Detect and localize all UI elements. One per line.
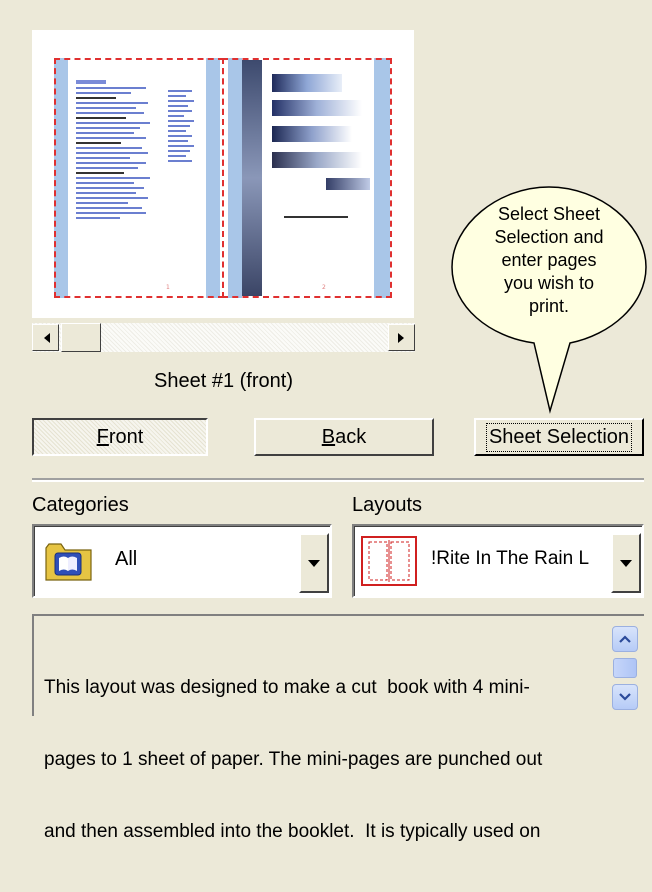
page-number-left: 1 [166,284,170,291]
scroll-down-button[interactable] [612,684,638,710]
scroll-right-button[interactable] [388,324,415,351]
layouts-dropdown-button[interactable] [611,533,641,593]
layout-description: This layout was designed to make a cut b… [32,614,644,842]
scroll-thumb[interactable] [61,323,101,352]
layouts-label: Layouts [352,494,423,516]
back-button[interactable]: Back [254,418,434,456]
page-number-right: 2 [322,284,326,291]
page-thumbnail-banner [272,100,362,116]
page-thumbnail-banner [272,126,352,142]
chevron-down-icon [619,693,631,701]
page-thumbnail-banner [326,178,370,190]
layouts-dropdown[interactable]: !Rite In The Rain L [352,524,644,598]
categories-dropdown[interactable]: All [32,524,332,598]
book-folder-icon [45,543,92,581]
triangle-left-icon [43,332,50,343]
categories-dropdown-button[interactable] [299,533,329,593]
triangle-right-icon [397,332,404,343]
sheet-preview: 1 2 [32,30,414,318]
layouts-selected: !Rite In The Rain L [431,548,590,569]
scroll-thumb[interactable] [613,658,637,678]
preview-horizontal-scrollbar[interactable] [32,323,415,352]
tooltip-balloon: Select Sheet Selection and enter pages y… [450,185,648,415]
page-thumbnail-sidebar [242,60,262,296]
triangle-down-icon [620,559,632,567]
categories-label: Categories [32,494,129,516]
sheet-label: Sheet #1 (front) [154,370,293,392]
separator [32,478,644,482]
categories-selected: All [115,548,138,570]
front-button[interactable]: Front [32,418,208,456]
triangle-down-icon [308,559,320,567]
description-vertical-scrollbar[interactable] [612,626,640,716]
scroll-up-button[interactable] [612,626,638,652]
page-thumbnail-text [284,216,348,218]
page-thumbnail-banner [272,74,342,92]
booklet-layout-icon [361,536,417,586]
page-thumbnail-text [168,90,198,165]
page-thumbnail-text [76,80,156,222]
tooltip-text: Select Sheet Selection and enter pages y… [494,204,604,316]
page-thumbnail-banner [272,152,362,168]
scroll-left-button[interactable] [32,324,59,351]
sheet-selection-button[interactable]: Sheet Selection [474,418,644,456]
layout-description-text: This layout was designed to make a cut b… [44,677,543,842]
chevron-up-icon [619,635,631,643]
